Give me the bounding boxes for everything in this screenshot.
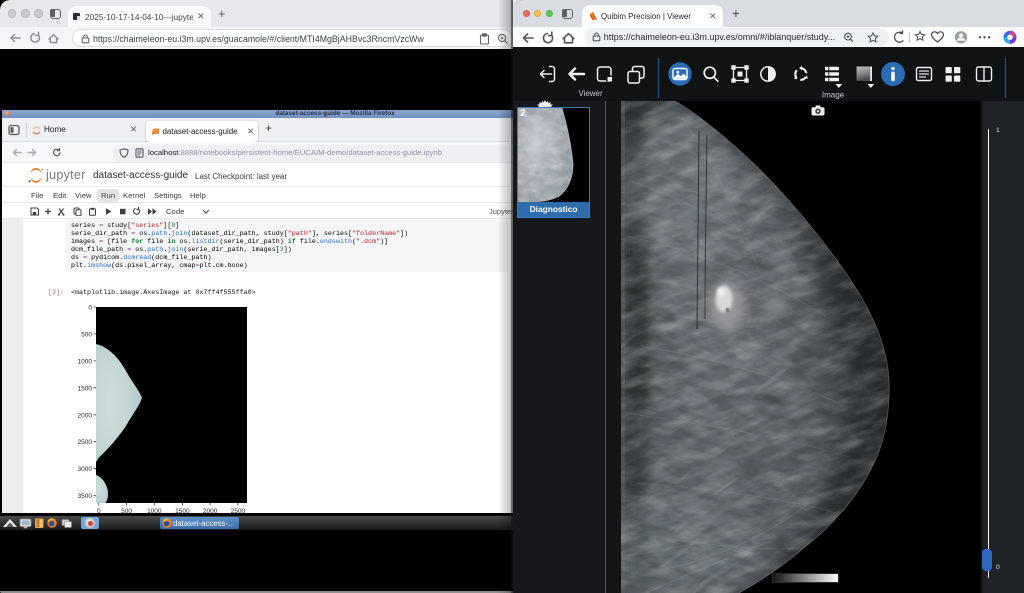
svg-text:2000: 2000	[78, 412, 93, 419]
svg-text:1000: 1000	[147, 508, 162, 515]
svg-text:2500: 2500	[78, 439, 93, 446]
svg-text:Viewer: Viewer	[578, 89, 603, 98]
svg-text:1000: 1000	[78, 358, 93, 365]
svg-text:3500: 3500	[78, 493, 93, 500]
svg-text:2500: 2500	[231, 508, 246, 515]
svg-text:1500: 1500	[78, 385, 93, 392]
svg-text:0: 0	[88, 305, 92, 312]
svg-text:Image: Image	[822, 91, 845, 100]
svg-text:500: 500	[121, 508, 132, 515]
svg-text:3000: 3000	[78, 466, 93, 473]
svg-text:2000: 2000	[203, 508, 218, 515]
svg-text:0: 0	[97, 508, 101, 515]
svg-text:1500: 1500	[175, 508, 190, 515]
svg-text:500: 500	[81, 331, 92, 338]
